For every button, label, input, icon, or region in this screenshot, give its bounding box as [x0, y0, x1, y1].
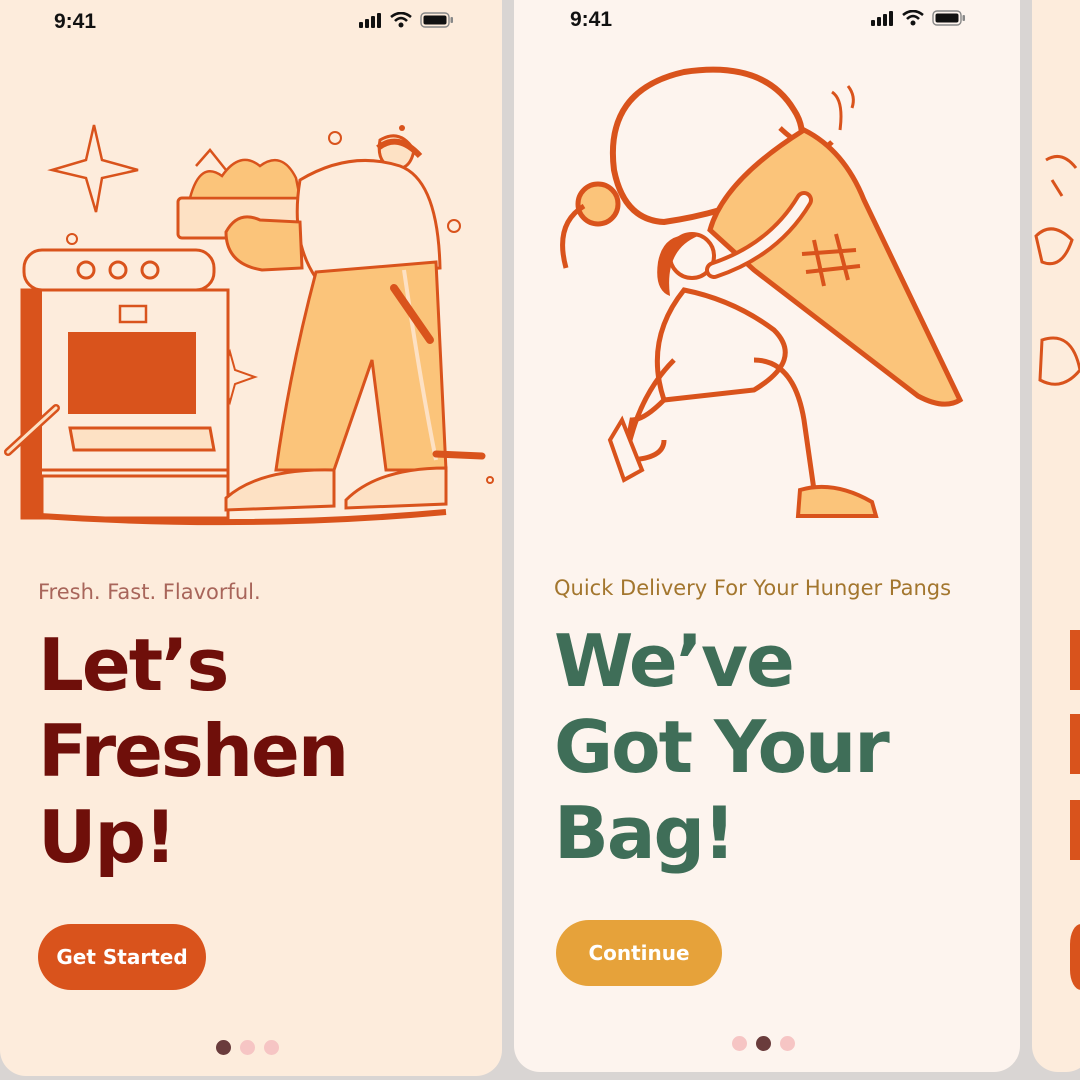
tagline: Fresh. Fast. Flavorful.: [38, 580, 261, 604]
page-dot[interactable]: [780, 1036, 795, 1051]
headline: We’ve Got Your Bag!: [554, 618, 994, 876]
continue-button[interactable]: Continue: [556, 920, 722, 986]
page-dot[interactable]: [240, 1040, 255, 1055]
page-dot-active[interactable]: [756, 1036, 771, 1051]
onboarding-screen-1: 9:41 Fresh. Fast. Flavorful. Let’s Fresh…: [0, 0, 502, 1076]
headline-line: We’ve: [554, 619, 795, 703]
page-dot[interactable]: [732, 1036, 747, 1051]
headline: Let’s Freshen Up!: [38, 622, 478, 880]
headline-line: Got Your: [554, 705, 890, 789]
ice-cream-carrier-illustration: [560, 66, 964, 518]
headline-line: Let’s: [38, 623, 229, 707]
screen-3-content-fragments: [1070, 630, 1080, 990]
headline-line: Up!: [38, 795, 177, 879]
page-dot-active[interactable]: [216, 1040, 231, 1055]
page-dot[interactable]: [264, 1040, 279, 1055]
tagline: Quick Delivery For Your Hunger Pangs: [554, 576, 952, 600]
onboarding-screen-3-peek: [1032, 0, 1080, 1072]
page-indicator: [216, 1040, 279, 1055]
chef-oven-illustration: [4, 124, 494, 526]
page-indicator: [732, 1036, 795, 1051]
get-started-button[interactable]: Get Started: [38, 924, 206, 990]
onboarding-screen-2: 9:41 Quick Delivery For Your Hunger Pang…: [514, 0, 1020, 1072]
headline-line: Bag!: [554, 791, 736, 875]
headline-line: Freshen: [38, 709, 349, 793]
